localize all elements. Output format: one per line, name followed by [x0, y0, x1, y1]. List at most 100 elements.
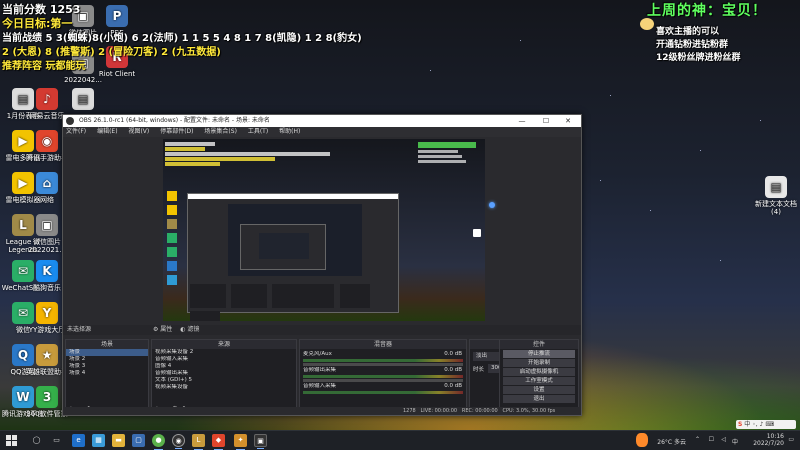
- store-icon[interactable]: ▦: [92, 434, 105, 447]
- source-label: 音频输出采集: [155, 370, 189, 376]
- live-timer: LIVE: 00:00:00: [420, 408, 458, 414]
- sources-dock: 来源 视频采集设备 2 音频输入采集 图像 4 音频输出采集 文本 (GDI+)…: [151, 339, 297, 415]
- kugou-icon: K: [36, 260, 58, 282]
- menu-help[interactable]: 帮助(H): [279, 128, 300, 135]
- tray-chevron-icon[interactable]: ⌃: [695, 436, 700, 443]
- menu-scene-collection[interactable]: 场景集合(S): [204, 128, 237, 135]
- task-view-icon[interactable]: ▭: [50, 434, 63, 447]
- maximize-icon[interactable]: ☐: [535, 115, 557, 127]
- clock-date: 2022/7/20: [753, 440, 784, 447]
- file-explorer-icon[interactable]: ▬: [112, 434, 125, 447]
- menu-tools[interactable]: 工具(T): [248, 128, 268, 135]
- mixer-channel: 音频输入采集 0.0 dB: [300, 383, 466, 394]
- obs-preview[interactable]: [163, 139, 485, 321]
- taskbar: ◯ ▭ e ▦ ▬ ▢ ● ◉ L ◆ ✦ ▣ 26°C 多云 ⌃ ☐ ◁ 中 …: [0, 430, 800, 450]
- volume-icon[interactable]: ◁: [721, 436, 726, 443]
- settings-button[interactable]: 设置: [503, 386, 575, 394]
- source-label: 图像 4: [155, 363, 172, 369]
- obs-taskbar-icon[interactable]: ◉: [172, 434, 185, 449]
- lol-helper-icon: ★: [36, 344, 58, 366]
- volume-meter: [303, 391, 463, 394]
- lol-pbe-icon: P: [106, 5, 128, 27]
- audio-mixer-dock: 混音器 麦克风/Aux 0.0 dB 音频输出采集 0.0 dB 音频输入采集 0.0…: [299, 339, 467, 415]
- sources-dock-title: 来源: [152, 340, 296, 349]
- software-manager-icon: 3: [36, 386, 58, 408]
- controls-dock: 控件 停止推流 开始录制 启动虚拟摄像机 工作室模式 设置 退出: [499, 339, 579, 415]
- channel-name: 音频输入采集: [303, 383, 337, 389]
- sogou-s-icon: S: [738, 421, 743, 428]
- minimize-icon[interactable]: —: [511, 115, 533, 127]
- stop-streaming-button[interactable]: 停止推流: [503, 350, 575, 358]
- app-taskbar-icon-2[interactable]: ✦: [234, 434, 247, 450]
- menu-file[interactable]: 文件(F): [66, 128, 86, 135]
- source-item[interactable]: 音频输入采集: [152, 356, 296, 363]
- exit-button[interactable]: 退出: [503, 395, 575, 403]
- browser-icon[interactable]: ●: [152, 434, 165, 450]
- filter-icon[interactable]: ◐: [180, 326, 185, 333]
- studio-mode-button[interactable]: 工作室模式: [503, 377, 575, 385]
- preview-overlay-text: [165, 141, 335, 181]
- keyboard-icon: ⌨: [765, 421, 774, 428]
- clock-time: 10:16: [766, 433, 784, 440]
- text-file-icon: ▤: [765, 176, 787, 198]
- cpu-usage: CPU: 3.0%, 30.00 fps: [502, 408, 556, 414]
- star: [430, 70, 431, 71]
- ime-toolbar[interactable]: S 中 ◦, ♪ ⌨: [736, 420, 796, 429]
- desktop-icon-new-text[interactable]: ▤ 新建文本文档(4): [752, 176, 800, 216]
- scene-item[interactable]: 场景: [66, 349, 148, 356]
- duration-label: 时长: [473, 366, 485, 373]
- scenes-dock: 场景 场景 场景 2 场景 3 场景 4 +−⌃⌄: [65, 339, 149, 415]
- menu-edit[interactable]: 编辑(E): [97, 128, 117, 135]
- menu-view[interactable]: 视图(V): [128, 128, 149, 135]
- source-item[interactable]: 视频采集设备 2: [152, 349, 296, 356]
- volume-slider[interactable]: [303, 379, 463, 382]
- start-recording-button[interactable]: 开始录制: [503, 359, 575, 367]
- mic-icon: ♪: [759, 421, 764, 428]
- notification-icon[interactable]: ▭: [788, 436, 794, 443]
- obs-window[interactable]: OBS 26.1.0-rc1 (64-bit, windows) - 配置文件:…: [62, 114, 582, 416]
- windows-start-icon[interactable]: [6, 435, 17, 446]
- dropped-frames: 1278: [403, 408, 416, 414]
- scene-item[interactable]: 场景 4: [66, 370, 148, 377]
- source-item[interactable]: 文本 (GDI+) 5: [152, 377, 296, 384]
- controls-dock-title: 控件: [500, 340, 578, 349]
- virtual-camera-button[interactable]: 启动虚拟摄像机: [503, 368, 575, 376]
- network-icon[interactable]: ☐: [709, 436, 714, 443]
- lol-taskbar-icon[interactable]: L: [192, 434, 205, 450]
- overlay-right-note-3: 12级粉丝牌进粉丝群: [656, 53, 741, 63]
- app-taskbar-icon-3[interactable]: ▣: [254, 434, 267, 449]
- preview-file-icon: [473, 229, 481, 237]
- image-file-icon: ▣: [36, 214, 58, 236]
- netease-music-icon: ♪: [36, 88, 58, 110]
- obs-menu-bar: 文件(F) 编辑(E) 视图(V) 停靠部件(D) 场景集合(S) 工具(T) …: [63, 127, 581, 137]
- search-icon[interactable]: ◯: [30, 434, 43, 447]
- pinned-app-icon[interactable]: ▢: [132, 434, 145, 447]
- channel-level: 0.0 dB: [444, 351, 462, 357]
- scene-item[interactable]: 场景 3: [66, 363, 148, 370]
- menu-docks[interactable]: 停靠部件(D): [160, 128, 193, 135]
- preview-overlay-right: [418, 141, 480, 171]
- cat-emoji-icon: [640, 18, 654, 30]
- edge-browser-icon[interactable]: e: [72, 434, 85, 447]
- source-item[interactable]: 音频输出采集: [152, 370, 296, 377]
- obs-status-bar: 1278 LIVE: 00:00:00 REC: 00:00:00 CPU: 3…: [63, 407, 581, 415]
- star: [610, 95, 611, 96]
- clock[interactable]: 10:16 2022/7/20: [734, 433, 784, 447]
- filters-button[interactable]: 滤镜: [187, 326, 199, 333]
- source-label: 音频输入采集: [155, 356, 189, 362]
- properties-button[interactable]: 属性: [160, 326, 172, 333]
- source-toolbar: 未选择源 ⚙ 属性 ◐ 滤镜: [63, 325, 581, 335]
- desktop: ▤ 1月份表格 ▶ 雷电多开器 ▶ 雷电模拟器 L League of Lege…: [0, 0, 800, 430]
- gear-icon[interactable]: ⚙: [153, 326, 158, 333]
- source-item[interactable]: 图像 4: [152, 363, 296, 370]
- source-item[interactable]: 视频采集设备: [152, 384, 296, 391]
- close-icon[interactable]: ✕: [557, 115, 579, 127]
- source-label: 视频采集设备: [155, 384, 189, 390]
- mixer-dock-title: 混音器: [300, 340, 466, 349]
- obs-title-bar[interactable]: OBS 26.1.0-rc1 (64-bit, windows) - 配置文件:…: [63, 115, 581, 127]
- weather-text[interactable]: 26°C 多云: [657, 437, 686, 446]
- document-icon: ▤: [72, 88, 94, 110]
- volume-slider[interactable]: [303, 363, 463, 366]
- app-taskbar-icon[interactable]: ◆: [212, 434, 225, 450]
- scene-item[interactable]: 场景 2: [66, 356, 148, 363]
